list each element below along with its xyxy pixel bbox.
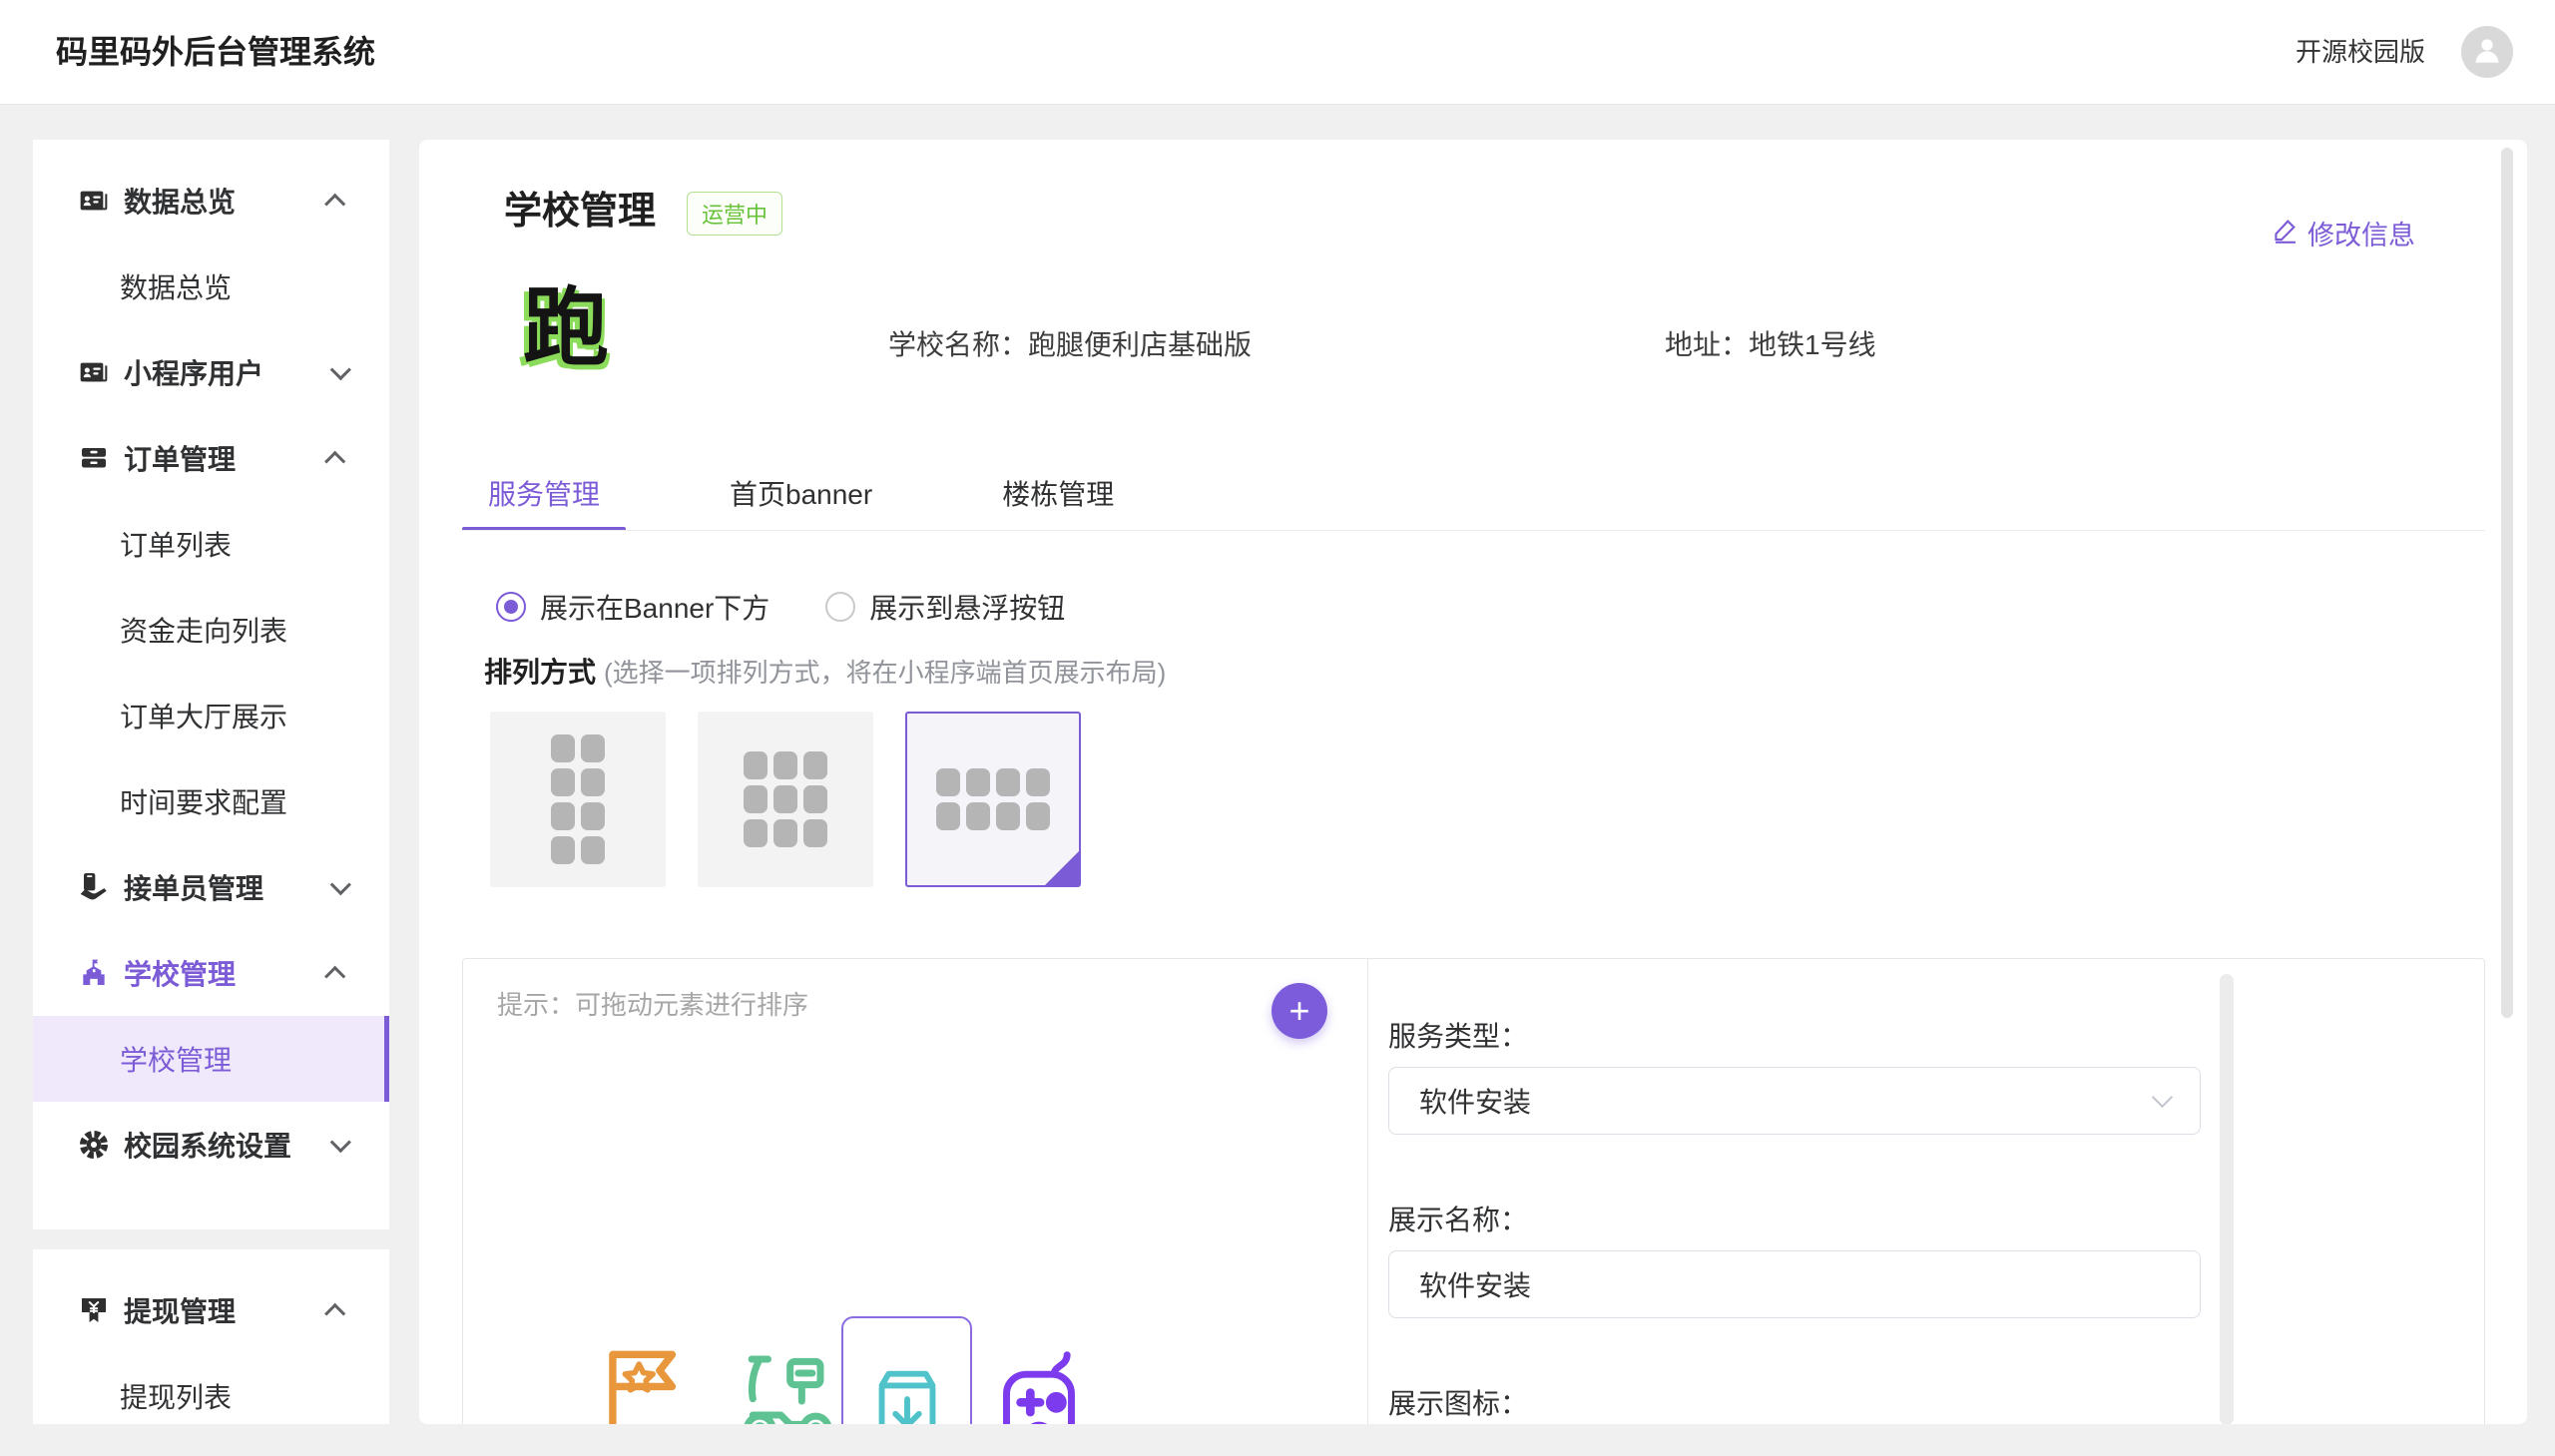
gear-icon: [78, 1129, 110, 1161]
id-card-icon: [78, 185, 110, 217]
layout-options: [490, 712, 1081, 887]
display-name-field: [1388, 1250, 2201, 1318]
school-icon: [78, 957, 110, 989]
sidebar-item-courier-management[interactable]: 接单员管理: [33, 844, 389, 930]
page-title: 学校管理: [504, 180, 656, 235]
tab-divider: [462, 530, 2485, 531]
sidebar-item-data-overview[interactable]: 数据总览: [33, 158, 389, 243]
sidebar-item-label: 接单员管理: [124, 867, 263, 907]
sidebar-subitem-withdraw-list[interactable]: 提现列表: [33, 1353, 389, 1424]
panel-divider: [1367, 959, 1368, 1424]
gamepad-icon[interactable]: [987, 1346, 1091, 1424]
sidebar-item-label: 订单管理: [124, 438, 236, 478]
tab-building-management[interactable]: 楼栋管理: [976, 467, 1140, 531]
sidebar-item-label: 校园系统设置: [124, 1125, 291, 1165]
sidebar-item-label: 提现列表: [120, 1376, 232, 1416]
status-badge: 运营中: [687, 192, 782, 236]
sidebar-item-campus-system-settings[interactable]: 校园系统设置: [33, 1102, 389, 1188]
chevron-up-icon: [324, 193, 345, 214]
tab-service-management[interactable]: 服务管理: [462, 467, 626, 531]
panel-scrollbar-thumb[interactable]: [2220, 974, 2234, 1424]
sidebar-subitem-order-list[interactable]: 订单列表: [33, 501, 389, 587]
flag-icon[interactable]: [590, 1336, 700, 1424]
person-icon: [2470, 33, 2504, 72]
sidebar-subitem-data-overview[interactable]: 数据总览: [33, 243, 389, 329]
edition-label: 开源校园版: [2296, 0, 2425, 104]
user-avatar[interactable]: [2461, 26, 2513, 78]
school-address-text: 地址：地铁1号线: [1665, 323, 1876, 363]
sidebar-item-label: 时间要求配置: [120, 781, 287, 821]
app-title: 码里码外后台管理系统: [56, 0, 375, 104]
chevron-up-icon: [324, 450, 345, 471]
sidebar-item-label: 提现管理: [124, 1290, 236, 1330]
service-type-select[interactable]: 软件安装: [1388, 1067, 2201, 1135]
sidebar-item-label: 数据总览: [124, 181, 236, 221]
sidebar: 数据总览 数据总览 小程序用户 订单管理 订单列表 资金走向列表 订单大厅展示 …: [33, 140, 389, 1229]
chevron-down-icon: [330, 359, 351, 380]
display-position-options: 展示在Banner下方 展示到悬浮按钮: [496, 587, 1121, 627]
add-service-button[interactable]: +: [1272, 983, 1327, 1039]
sidebar-subitem-fund-flow-list[interactable]: 资金走向列表: [33, 587, 389, 673]
grid-preview-2x4: [551, 734, 605, 864]
edit-pencil-icon: [2272, 216, 2300, 250]
radio-floating-button[interactable]: [825, 592, 855, 622]
page-scrollbar-thumb[interactable]: [2501, 148, 2513, 1018]
chevron-up-icon: [324, 965, 345, 986]
top-header: 码里码外后台管理系统 开源校园版: [0, 0, 2555, 104]
edit-info-label: 修改信息: [2307, 214, 2415, 252]
sidebar-item-order-management[interactable]: 订单管理: [33, 415, 389, 501]
sidebar-item-label: 学校管理: [120, 1039, 232, 1079]
edit-info-link[interactable]: 修改信息: [2272, 214, 2415, 252]
withdraw-icon: [78, 1294, 110, 1326]
grid-preview-3x3: [744, 751, 827, 847]
service-type-label: 服务类型：: [1388, 1015, 1528, 1055]
sidebar-item-miniprogram-users[interactable]: 小程序用户: [33, 329, 389, 415]
sidebar-section-withdraw: 提现管理 提现列表: [33, 1249, 389, 1424]
display-name-input[interactable]: [1419, 1251, 2170, 1317]
courier-icon: [78, 871, 110, 903]
sidebar-item-withdraw-management[interactable]: 提现管理: [33, 1267, 389, 1353]
school-logo: 跑: [523, 285, 609, 371]
arrangement-label: 排列方式: [484, 657, 596, 688]
sidebar-item-label: 数据总览: [120, 266, 232, 306]
tab-home-banner[interactable]: 首页banner: [704, 467, 898, 531]
sidebar-item-label: 学校管理: [124, 953, 236, 993]
sidebar-item-label: 小程序用户: [124, 352, 263, 392]
layout-option-4-columns[interactable]: [905, 712, 1081, 887]
sidebar-item-school-management[interactable]: 学校管理: [33, 930, 389, 1016]
radio-banner-below[interactable]: [496, 592, 526, 622]
service-sort-panel: 提示：可拖动元素进行排序 + 服务类型： 软件安装 展示名称：: [462, 958, 2485, 1424]
arrangement-hint: (选择一项排列方式，将在小程序端首页展示布局): [604, 658, 1166, 688]
grid-preview-4x2: [936, 768, 1050, 830]
drag-hint-text: 提示：可拖动元素进行排序: [497, 985, 808, 1022]
service-type-value: 软件安装: [1419, 1081, 1531, 1121]
layout-option-3-columns[interactable]: [698, 712, 873, 887]
arrangement-row: 排列方式 (选择一项排列方式，将在小程序端首页展示布局): [484, 651, 1166, 691]
box-download-icon[interactable]: [860, 1356, 954, 1424]
id-card-icon: [78, 356, 110, 388]
school-name-text: 学校名称：跑腿便利店基础版: [888, 323, 1252, 363]
radio-label: 展示到悬浮按钮: [869, 587, 1065, 627]
sidebar-subitem-time-requirement-config[interactable]: 时间要求配置: [33, 758, 389, 844]
sidebar-item-label: 订单列表: [120, 524, 232, 564]
chevron-down-icon: [2152, 1087, 2173, 1108]
drawer-icon: [78, 442, 110, 474]
main-content-card: 学校管理 运营中 修改信息 跑 学校名称：跑腿便利店基础版 地址：地铁1号线 服…: [419, 140, 2527, 1424]
chevron-down-icon: [330, 874, 351, 895]
sidebar-subitem-order-hall-display[interactable]: 订单大厅展示: [33, 673, 389, 758]
chevron-up-icon: [324, 1302, 345, 1323]
layout-option-2-columns[interactable]: [490, 712, 666, 887]
display-icon-label: 展示图标：: [1388, 1382, 1528, 1422]
sidebar-item-label: 资金走向列表: [120, 610, 287, 650]
radio-label: 展示在Banner下方: [540, 587, 769, 627]
scooter-icon[interactable]: [730, 1338, 841, 1424]
page: 码里码外后台管理系统 开源校园版 数据总览 数据总览 小程序用户 订单管理 订单…: [0, 0, 2555, 1456]
sidebar-subitem-school-management[interactable]: 学校管理: [33, 1016, 389, 1102]
sidebar-item-label: 订单大厅展示: [120, 696, 287, 735]
tab-bar: 服务管理 首页banner 楼栋管理: [462, 467, 1218, 531]
display-name-label: 展示名称：: [1388, 1199, 1528, 1238]
chevron-down-icon: [330, 1132, 351, 1153]
